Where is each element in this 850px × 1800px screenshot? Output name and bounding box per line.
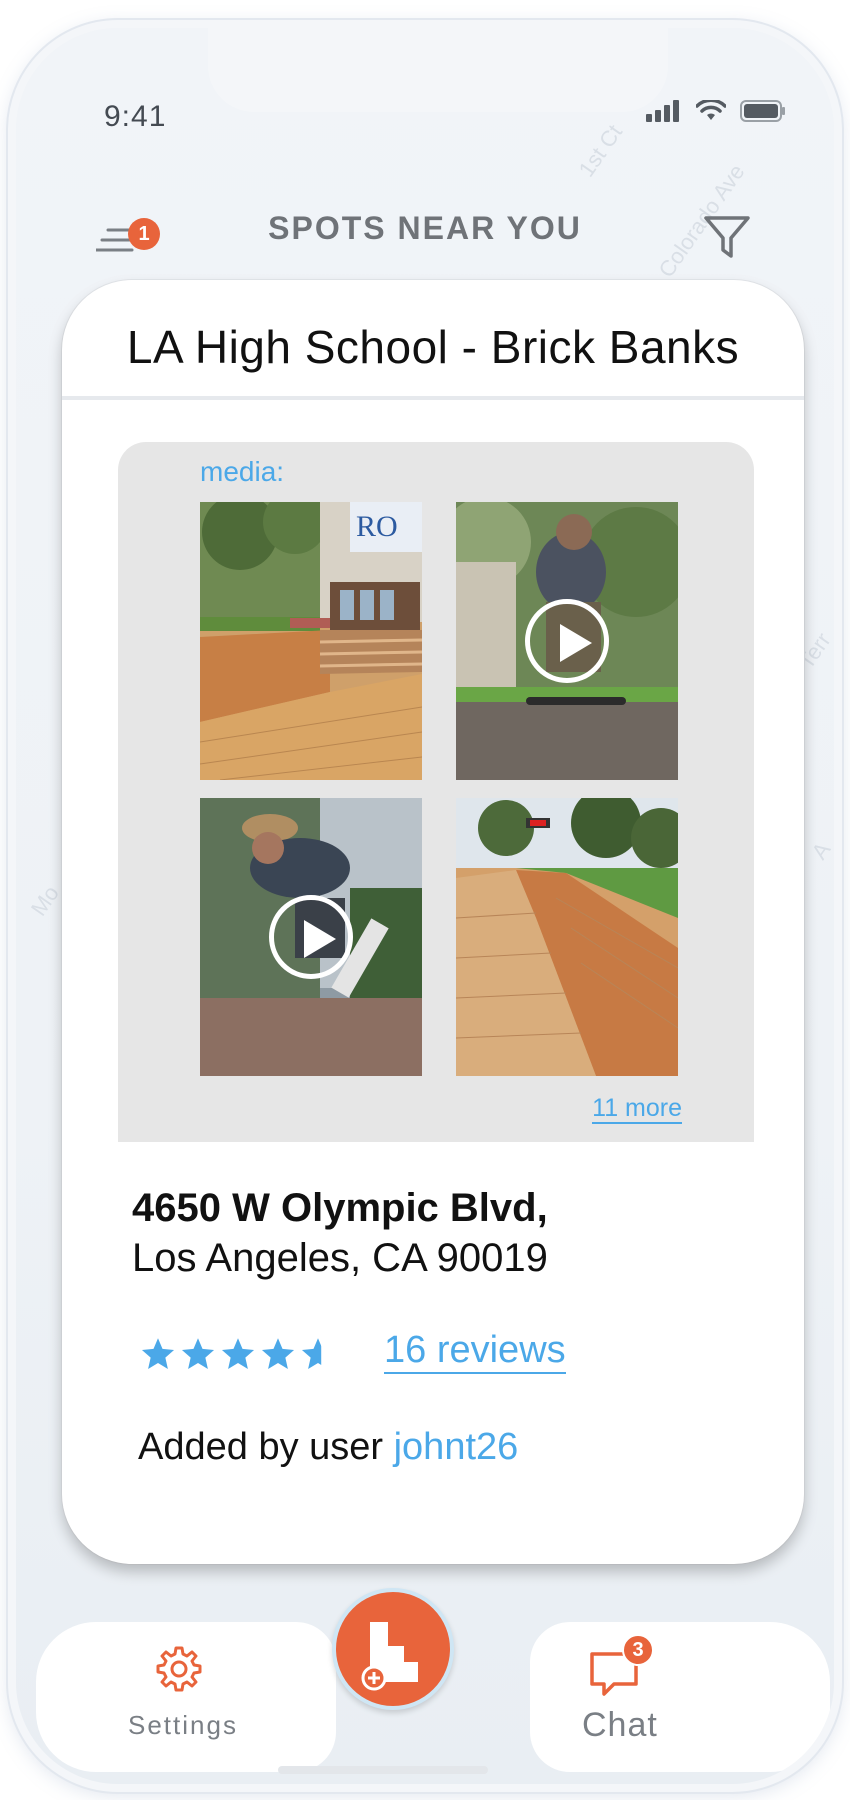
star-icon [221, 1338, 255, 1369]
star-icon [141, 1338, 175, 1369]
wifi-icon [696, 100, 726, 120]
gear-icon [156, 1646, 202, 1692]
svg-text:RO: RO [356, 510, 398, 543]
more-media-link[interactable]: 11 more [592, 1094, 682, 1124]
phone-frame: 1st Ct Colorado Ave Terr Mo A 9:41 1 SPO… [8, 20, 842, 1792]
play-icon[interactable] [269, 895, 353, 979]
media-gallery: media: RO 11 more [118, 442, 754, 1142]
media-thumb-photo[interactable]: RO [200, 502, 422, 780]
device-notch [208, 28, 668, 112]
media-thumb-video[interactable] [200, 798, 422, 1076]
add-spot-button[interactable] [332, 1588, 454, 1710]
settings-label: Settings [128, 1710, 238, 1740]
divider [62, 396, 804, 400]
address-line-1: 4650 W Olympic Blvd, [132, 1186, 548, 1230]
address-line-2: Los Angeles, CA 90019 [132, 1236, 548, 1280]
added-by-line: Added by user johnt26 [138, 1426, 518, 1469]
media-label: media: [200, 456, 285, 487]
spot-card: LA High School - Brick Banks media: RO 1… [62, 280, 804, 1564]
chat-badge: 3 [622, 1634, 654, 1666]
user-link[interactable]: johnt26 [394, 1426, 519, 1468]
home-indicator [278, 1766, 488, 1774]
tab-settings[interactable]: Settings [36, 1622, 336, 1772]
brick-steps-photo: RO [200, 502, 422, 780]
tab-chat[interactable]: 3 Chat [530, 1622, 830, 1772]
media-thumb-video[interactable] [456, 502, 678, 780]
star-icon [261, 1338, 295, 1369]
signal-icon [646, 100, 679, 122]
added-by-label: Added by user [138, 1426, 394, 1468]
half-star-icon [300, 1336, 336, 1372]
filter-button[interactable] [702, 212, 752, 262]
reviews-link[interactable]: 16 reviews [384, 1328, 566, 1374]
battery-icon [740, 100, 785, 122]
star-rating [140, 1336, 336, 1372]
status-time: 9:41 [104, 100, 167, 133]
brick-bank-photo [456, 798, 678, 1076]
add-spot-icon [361, 1622, 418, 1691]
play-icon[interactable] [525, 599, 609, 683]
chat-label: Chat [582, 1706, 658, 1744]
filter-icon [704, 216, 750, 258]
status-icons [646, 100, 786, 122]
star-icon [181, 1338, 215, 1369]
spot-title: LA High School - Brick Banks [126, 321, 740, 373]
media-thumb-photo[interactable] [456, 798, 678, 1076]
